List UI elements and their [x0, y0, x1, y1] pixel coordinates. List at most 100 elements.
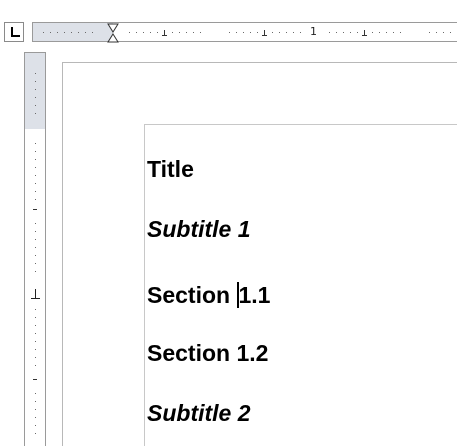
ruler-dot	[243, 32, 244, 33]
ruler-tick-base	[362, 35, 367, 36]
ruler-dot	[35, 81, 36, 82]
heading-section-1-2[interactable]: Section 1.2	[147, 340, 268, 366]
ruler-dot	[157, 32, 158, 33]
ruler-dot	[186, 32, 187, 33]
page-canvas[interactable]	[52, 52, 457, 446]
ruler-dot	[35, 341, 36, 342]
text-boundary-left	[144, 124, 145, 446]
ruler-dot	[179, 32, 180, 33]
ruler-dot	[35, 409, 36, 410]
ruler-dot	[35, 113, 36, 114]
ruler-dot	[35, 333, 36, 334]
ruler-dot	[450, 32, 451, 33]
ruler-dot	[143, 32, 144, 33]
heading-subtitle-2[interactable]: Subtitle 2	[147, 400, 251, 426]
ruler-number-label: 1	[310, 25, 317, 38]
ruler-dot	[350, 32, 351, 33]
ruler-dot	[35, 255, 36, 256]
ruler-dot	[35, 105, 36, 106]
ruler-dot	[35, 183, 36, 184]
ruler-dot	[436, 32, 437, 33]
ruler-dot	[279, 32, 280, 33]
ruler-dot	[336, 32, 337, 33]
ruler-dot	[200, 32, 201, 33]
ruler-tick-base	[162, 35, 167, 36]
ruler-dot	[300, 32, 301, 33]
ruler-dot	[35, 231, 36, 232]
ruler-dot	[35, 325, 36, 326]
ruler-dot	[257, 32, 258, 33]
ruler-number-mark-base	[31, 298, 40, 299]
horizontal-ruler[interactable]: 1	[32, 22, 457, 43]
ruler-dot	[293, 32, 294, 33]
ruler-dot	[35, 143, 36, 144]
ruler-dot	[150, 32, 151, 33]
ruler-dot	[379, 32, 380, 33]
ruler-dot	[35, 401, 36, 402]
ruler-dot	[35, 309, 36, 310]
ruler-dot	[35, 191, 36, 192]
ruler-dot	[35, 247, 36, 248]
ruler-dot	[329, 32, 330, 33]
ruler-dot	[57, 32, 58, 33]
ruler-tick-base	[262, 35, 267, 36]
ruler-dot	[35, 159, 36, 160]
ruler-dot	[85, 32, 86, 33]
ruler-dot	[35, 239, 36, 240]
heading-section-1-1[interactable]: Section 1.1	[147, 282, 270, 308]
ruler-dot	[35, 365, 36, 366]
heading-title[interactable]: Title	[147, 156, 194, 182]
ruler-dot	[286, 32, 287, 33]
ruler-dot	[136, 32, 137, 33]
ruler-dot	[35, 425, 36, 426]
ruler-dot	[50, 32, 51, 33]
heading-subtitle-1[interactable]: Subtitle 1	[147, 216, 251, 242]
ruler-dot	[35, 317, 36, 318]
ruler-dot	[35, 263, 36, 264]
ruler-dot	[35, 223, 36, 224]
ruler-dot	[35, 199, 36, 200]
ruler-dot	[250, 32, 251, 33]
ruler-dot	[35, 175, 36, 176]
ruler-dot	[129, 32, 130, 33]
tab-stop-selector[interactable]	[4, 22, 24, 42]
ruler-dot	[35, 151, 36, 152]
ruler-dot	[343, 32, 344, 33]
ruler-dot	[272, 32, 273, 33]
ruler-dot	[35, 349, 36, 350]
ruler-dot	[78, 32, 79, 33]
ruler-dot	[193, 32, 194, 33]
left-tab-icon-base	[11, 35, 20, 37]
ruler-dot	[35, 73, 36, 74]
ruler-dot	[43, 32, 44, 33]
ruler-tick	[33, 379, 37, 380]
ruler-dot	[64, 32, 65, 33]
ruler-dot	[35, 417, 36, 418]
ruler-dot	[386, 32, 387, 33]
ruler-dot	[429, 32, 430, 33]
vertical-ruler-margin-area	[25, 53, 45, 129]
ruler-tick	[33, 209, 37, 210]
document-editor: 1 Title Subtitle 1 Section 1.1 Section 1…	[0, 0, 457, 446]
text-boundary-top	[144, 124, 457, 125]
heading-section-1-1-prefix: Section	[147, 282, 237, 308]
ruler-dot	[35, 271, 36, 272]
ruler-dot	[229, 32, 230, 33]
heading-section-1-1-number: 1.1	[238, 282, 271, 308]
ruler-dot	[400, 32, 401, 33]
ruler-dot	[372, 32, 373, 33]
ruler-dot	[35, 393, 36, 394]
vertical-ruler[interactable]	[24, 52, 46, 446]
ruler-dot	[393, 32, 394, 33]
ruler-dot	[236, 32, 237, 33]
ruler-dot	[35, 433, 36, 434]
ruler-dot	[35, 89, 36, 90]
ruler-dot	[71, 32, 72, 33]
ruler-dot	[35, 357, 36, 358]
ruler-dot	[35, 97, 36, 98]
ruler-dot	[443, 32, 444, 33]
ruler-dot	[35, 167, 36, 168]
indent-marker-icon[interactable]	[107, 23, 119, 43]
ruler-dot	[172, 32, 173, 33]
ruler-dot	[92, 32, 93, 33]
